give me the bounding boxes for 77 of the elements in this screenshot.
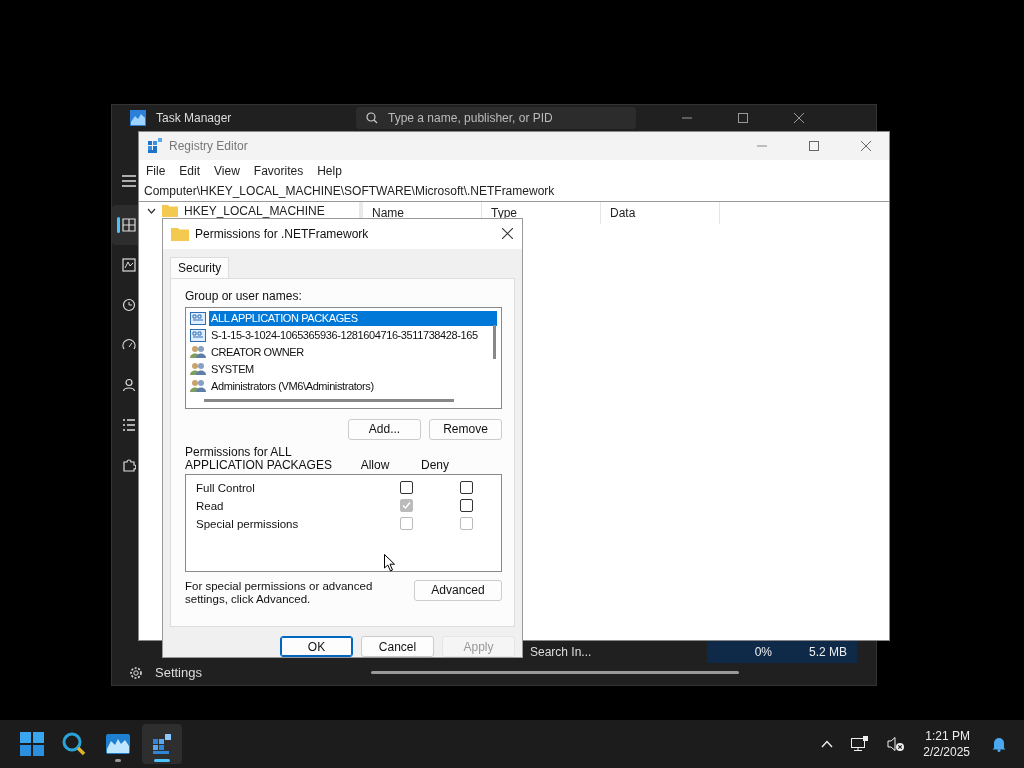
column-header: Deny — [420, 457, 450, 472]
menu-item[interactable]: Help — [317, 164, 342, 178]
puzzle-icon — [122, 458, 136, 472]
taskbar-app[interactable] — [142, 724, 182, 764]
column-header: Allow — [359, 457, 391, 472]
list-item[interactable]: CREATOR OWNER — [209, 344, 306, 360]
chevron-icon[interactable] — [147, 207, 156, 214]
cubes-icon — [147, 138, 163, 154]
magnifier-icon — [62, 732, 86, 756]
settings-label[interactable]: Settings — [155, 665, 202, 680]
memory-cell: 5.2 MB — [782, 641, 857, 663]
advanced-note: For special permissions or advanced settings, click Advanced. — [185, 579, 374, 606]
menu-item[interactable]: Favorites — [253, 164, 304, 178]
remove-button[interactable]: Remove — [429, 418, 502, 440]
users-icon — [190, 345, 206, 360]
users-icon — [190, 362, 206, 377]
scrollbar-thumb[interactable] — [493, 324, 496, 359]
windows-logo-icon[interactable] — [20, 732, 44, 756]
permission-name: Read — [196, 499, 225, 512]
search-icon — [366, 112, 378, 124]
window-title: Registry Editor — [169, 139, 248, 153]
permissions-label: Permissions for ALL APPLICATION PACKAGES — [185, 445, 333, 472]
chart-icon — [122, 258, 136, 272]
list-item[interactable]: S-1-15-3-1024-1065365936-1281604716-3511738428-165 — [209, 327, 480, 343]
list-item[interactable]: Administrators (VM6\Administrators) — [209, 378, 376, 394]
process-name: Search In... — [530, 645, 593, 659]
advanced-button[interactable]: Advanced — [414, 579, 502, 601]
gauge-icon — [122, 338, 136, 352]
maximize-icon[interactable] — [738, 113, 748, 123]
list-icon — [122, 418, 136, 432]
column-header[interactable]: Data — [601, 202, 720, 224]
cubes-icon — [151, 733, 173, 755]
settings-icon[interactable] — [129, 665, 143, 680]
speaker-muted-icon[interactable] — [887, 736, 906, 752]
permission-name: Special permissions — [196, 517, 300, 530]
maximize-icon[interactable] — [809, 141, 819, 151]
dialog-title: Permissions for .NETFramework — [195, 226, 369, 241]
dialog-button[interactable]: OK — [280, 636, 353, 657]
chevron-up-icon[interactable] — [821, 740, 834, 748]
chart-icon — [130, 110, 146, 126]
clock-time[interactable]: 1:21 PM — [925, 729, 970, 743]
menu-item[interactable]: View — [214, 164, 240, 178]
tab[interactable]: Security — [170, 256, 230, 278]
scrollbar-thumb[interactable] — [371, 671, 739, 674]
users-icon — [190, 379, 206, 394]
chart-icon — [106, 734, 130, 754]
group-label: Group or user names: — [185, 288, 303, 303]
dialog-button[interactable]: Cancel — [361, 636, 434, 657]
cpu-cell: 0% — [707, 641, 782, 663]
network-icon[interactable] — [851, 736, 870, 752]
close-icon[interactable] — [861, 141, 871, 151]
checkbox[interactable] — [459, 481, 473, 495]
grid-icon — [122, 218, 136, 232]
package-icon — [190, 328, 206, 342]
menu-item[interactable]: Edit — [179, 164, 201, 178]
close-icon[interactable] — [502, 228, 513, 240]
nav-tab[interactable] — [112, 205, 138, 245]
permission-name: Full Control — [196, 481, 256, 494]
user-icon — [122, 378, 136, 392]
list-item[interactable]: SYSTEM — [209, 361, 256, 377]
tree-item[interactable]: HKEY_LOCAL_MACHINE — [184, 203, 325, 218]
add-button[interactable]: Add... — [348, 418, 421, 440]
folder-icon — [171, 226, 189, 241]
bell-icon[interactable] — [992, 736, 1006, 752]
package-icon — [190, 311, 206, 325]
search-field[interactable]: Type a name, publisher, or PID — [356, 107, 636, 129]
checkbox[interactable] — [399, 481, 413, 495]
clock-icon — [122, 298, 136, 312]
address-bar[interactable]: Computer\HKEY_LOCAL_MACHINE\SOFTWARE\Microsoft\.NETFramework — [139, 182, 889, 202]
menu-icon[interactable] — [122, 175, 136, 187]
close-icon[interactable] — [794, 113, 804, 123]
scrollbar-thumb[interactable] — [204, 398, 454, 402]
clock-date[interactable]: 2/2/2025 — [923, 745, 970, 759]
checkbox[interactable] — [459, 499, 473, 513]
list-item[interactable]: ALL APPLICATION PACKAGES — [209, 310, 497, 326]
window-title: Task Manager — [156, 111, 233, 125]
menu-item[interactable]: File — [146, 164, 166, 178]
